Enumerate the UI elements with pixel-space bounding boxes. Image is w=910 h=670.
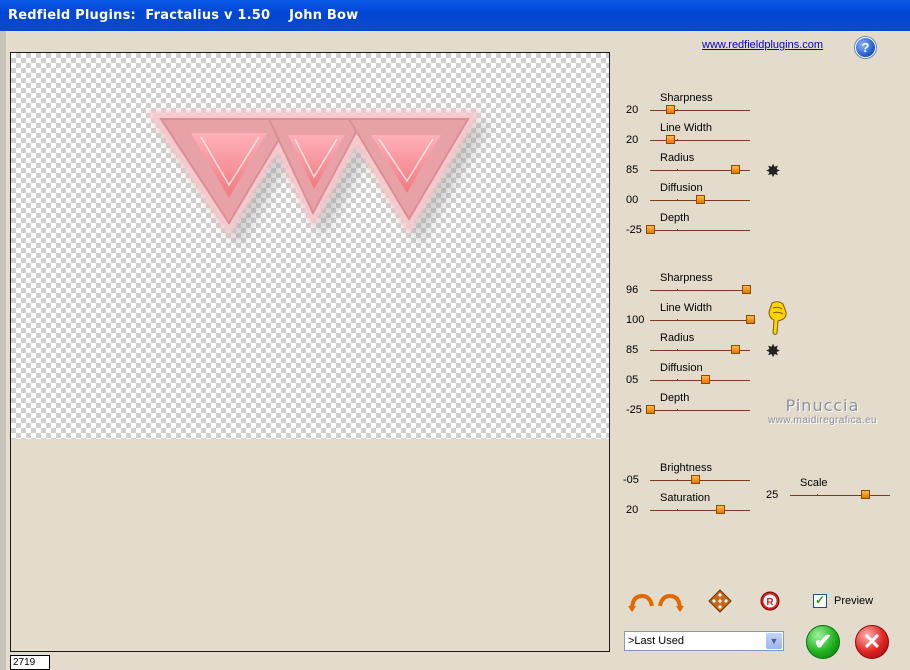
g1-depth-slider-thumb[interactable] (646, 225, 655, 234)
watermark-url: www.maidiregrafica.eu (768, 415, 877, 426)
brightness-value: -05 (623, 474, 639, 486)
g2-sharpness-label: Sharpness (660, 272, 713, 284)
scale-label: Scale (800, 477, 828, 489)
g1-depth-value: -25 (626, 224, 642, 236)
preview-checkbox[interactable]: ✓ (813, 593, 827, 608)
brightness-slider-thumb[interactable] (691, 475, 700, 484)
help-icon[interactable]: ? (855, 37, 876, 58)
g1-diffusion-label: Diffusion (660, 182, 703, 194)
slider-tick (677, 109, 678, 111)
preset-dropdown-value: >Last Used (628, 635, 684, 647)
undo-redo-arrows-icon[interactable] (628, 590, 684, 612)
redfield-website-link[interactable]: www.redfieldplugins.com (702, 39, 823, 51)
cancel-button[interactable]: ✕ (855, 625, 889, 659)
slider-tick (677, 509, 678, 511)
title-bar: Redfield Plugins: Fractalius v 1.50 John… (0, 0, 910, 31)
random-dice-icon[interactable] (708, 589, 732, 613)
g2-depth-slider-thumb[interactable] (646, 405, 655, 414)
watermark-name: Pinuccia (785, 396, 860, 415)
scale-slider-thumb[interactable] (861, 490, 870, 499)
g1-line-width-slider-thumb[interactable] (666, 135, 675, 144)
g2-depth-slider[interactable] (646, 405, 750, 414)
burst-icon[interactable]: ✸ (764, 162, 782, 180)
slider-tick (677, 169, 678, 171)
scale-slider[interactable] (790, 490, 890, 499)
g2-depth-value: -25 (626, 404, 642, 416)
slider-tick (677, 139, 678, 141)
g1-sharpness-slider[interactable] (650, 105, 750, 114)
g1-diffusion-slider-thumb[interactable] (696, 195, 705, 204)
slider-tick (677, 349, 678, 351)
g2-diffusion-slider[interactable] (650, 375, 750, 384)
saturation-value: 20 (626, 504, 639, 516)
slider-tick (677, 479, 678, 481)
g1-depth-label: Depth (660, 212, 690, 224)
preset-dropdown[interactable]: >Last Used ▼ (624, 631, 784, 651)
chevron-down-icon[interactable]: ▼ (766, 633, 782, 649)
brightness-label: Brightness (660, 462, 712, 474)
preview-image (146, 111, 491, 248)
svg-text:R: R (766, 597, 774, 608)
burst-icon[interactable]: ✸ (764, 342, 782, 360)
g1-sharpness-label: Sharpness (660, 92, 713, 104)
preview-pane[interactable] (10, 52, 610, 652)
checkmark-icon: ✔ (813, 629, 833, 654)
slider-tick (677, 409, 678, 411)
brightness-slider[interactable] (650, 475, 750, 484)
g2-sharpness-slider-thumb[interactable] (742, 285, 751, 294)
g2-depth-label: Depth (660, 392, 690, 404)
g2-diffusion-value: 05 (626, 374, 639, 386)
g2-diffusion-slider-thumb[interactable] (701, 375, 710, 384)
slider-tick (677, 319, 678, 321)
slider-tick (677, 229, 678, 231)
g2-radius-slider-thumb[interactable] (731, 345, 740, 354)
reset-icon[interactable]: R (760, 591, 780, 611)
g2-line-width-label: Line Width (660, 302, 712, 314)
g1-diffusion-value: 00 (626, 194, 639, 206)
g1-radius-label: Radius (660, 152, 695, 164)
g2-radius-value: 85 (626, 344, 639, 356)
saturation-label: Saturation (660, 492, 711, 504)
checkmark-icon: ✓ (815, 593, 826, 607)
g2-sharpness-slider[interactable] (650, 285, 751, 294)
g1-radius-slider-thumb[interactable] (731, 165, 740, 174)
window-title: Redfield Plugins: Fractalius v 1.50 John… (8, 8, 359, 23)
slider-tick (817, 494, 818, 496)
g1-line-width-slider[interactable] (650, 135, 750, 144)
g2-diffusion-label: Diffusion (660, 362, 703, 374)
watermark: Pinuccia www.maidiregrafica.eu (760, 396, 885, 426)
scale-value: 25 (766, 489, 779, 501)
close-icon: ✕ (862, 629, 882, 654)
g1-sharpness-value: 20 (626, 104, 639, 116)
g1-radius-value: 85 (626, 164, 639, 176)
preview-label: Preview (834, 595, 874, 607)
saturation-slider[interactable] (650, 505, 750, 514)
g1-sharpness-slider-thumb[interactable] (666, 105, 675, 114)
pointing-hand-icon (768, 301, 787, 335)
g1-diffusion-slider[interactable] (650, 195, 750, 204)
g2-line-width-slider[interactable] (650, 315, 755, 324)
slider-tick (677, 199, 678, 201)
g1-line-width-label: Line Width (660, 122, 712, 134)
g1-depth-slider[interactable] (646, 225, 750, 234)
g2-radius-label: Radius (660, 332, 695, 344)
g2-line-width-slider-thumb[interactable] (746, 315, 755, 324)
slider-tick (677, 379, 678, 381)
g1-radius-slider[interactable] (650, 165, 750, 174)
slider-tick (677, 289, 678, 291)
status-field: 2719 (10, 655, 50, 670)
g2-sharpness-value: 96 (626, 284, 639, 296)
g2-radius-slider[interactable] (650, 345, 750, 354)
g2-line-width-value: 100 (626, 314, 645, 326)
g1-line-width-value: 20 (626, 134, 639, 146)
ok-button[interactable]: ✔ (806, 625, 840, 659)
saturation-slider-thumb[interactable] (716, 505, 725, 514)
